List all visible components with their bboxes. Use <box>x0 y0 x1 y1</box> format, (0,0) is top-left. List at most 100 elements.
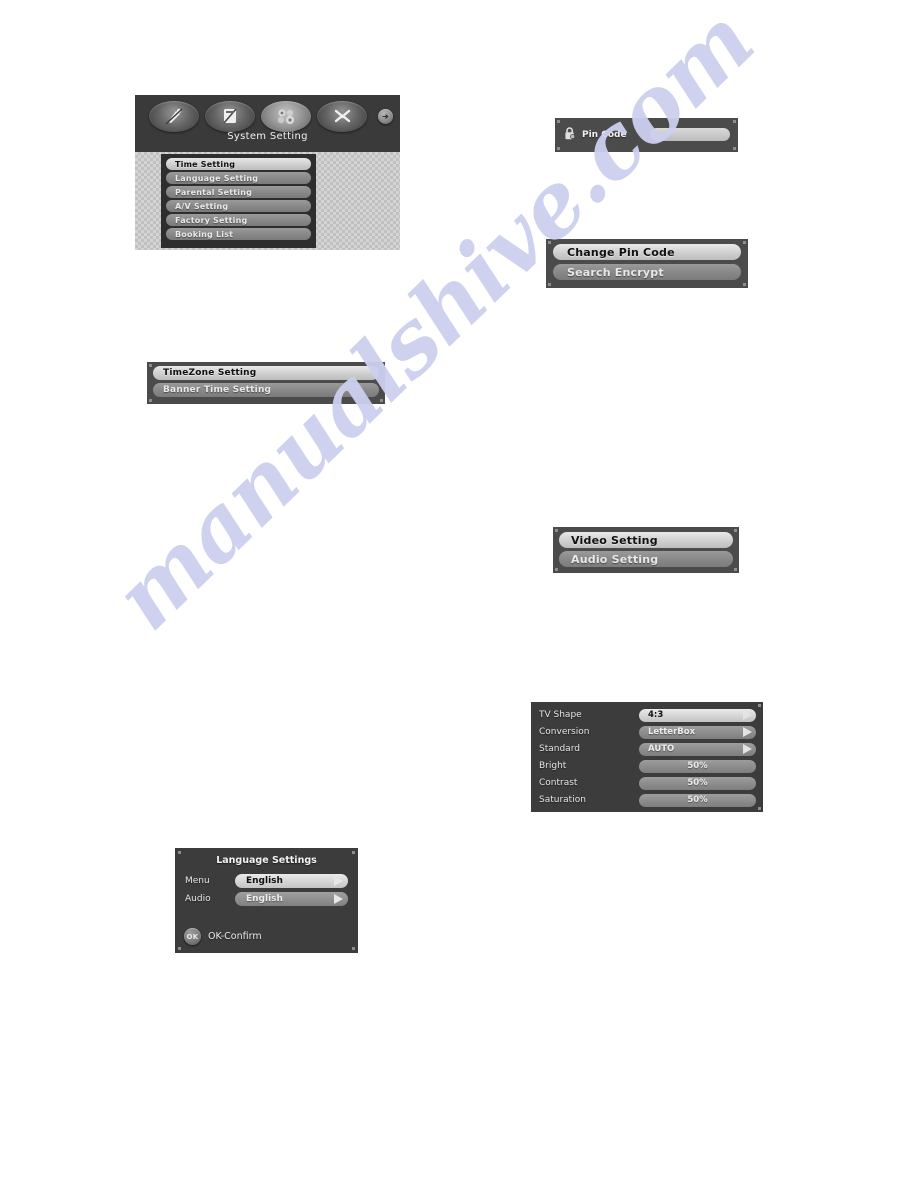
language-value-text: English <box>246 875 283 886</box>
arrow-right-icon[interactable] <box>334 893 343 904</box>
corner-pip <box>734 529 737 532</box>
menu-item-change-pin-code[interactable]: Change Pin Code <box>553 244 741 260</box>
menu-item-label: Search Encrypt <box>567 265 664 279</box>
setting-value-text: 50% <box>687 778 708 788</box>
corner-pip <box>178 851 181 854</box>
menu-item-banner-time-setting[interactable]: Banner Time Setting <box>153 383 379 397</box>
list-item-av-setting[interactable]: A/V Setting <box>166 200 311 212</box>
language-value-text: English <box>246 893 283 904</box>
setting-value-standard[interactable]: AUTO <box>639 742 756 756</box>
setting-label: Standard <box>539 744 580 754</box>
language-value-audio[interactable]: English <box>235 891 348 906</box>
menu-item-timezone-setting[interactable]: TimeZone Setting <box>153 366 379 380</box>
setting-value-tv-shape[interactable]: 4:3 <box>639 708 756 722</box>
menu-item-label: TimeZone Setting <box>163 368 257 378</box>
setting-row-tv-shape[interactable]: TV Shape 4:3 <box>539 708 756 722</box>
setting-value-bright[interactable]: 50% <box>639 759 756 773</box>
menu-item-search-encrypt[interactable]: Search Encrypt <box>553 264 741 280</box>
setting-label: Saturation <box>539 795 586 805</box>
parental-setting-menu: Change Pin Code Search Encrypt <box>546 239 748 288</box>
corner-pip <box>548 283 551 286</box>
toolbar-icon-row <box>149 99 393 133</box>
arrow-right-icon[interactable] <box>743 744 752 754</box>
video-settings-panel: TV Shape 4:3 Conversion LetterBox Standa… <box>531 702 763 812</box>
pin-code-input[interactable] <box>650 128 730 141</box>
confirm-hint: OK OK-Confirm <box>184 928 262 945</box>
corner-pip <box>743 283 746 286</box>
corner-pip <box>548 241 551 244</box>
corner-pip <box>352 851 355 854</box>
setting-label: Bright <box>539 761 567 771</box>
setting-row-contrast[interactable]: Contrast 50% <box>539 776 756 790</box>
language-value-menu[interactable]: English <box>235 873 348 888</box>
corner-pip <box>178 947 181 950</box>
setting-value-text: 4:3 <box>648 710 664 720</box>
setting-value-contrast[interactable]: 50% <box>639 776 756 790</box>
list-item-label: Language Setting <box>175 173 259 183</box>
setting-value-text: 50% <box>687 795 708 805</box>
system-setting-toolbar: System Setting <box>135 95 400 152</box>
edit-channel-icon[interactable] <box>205 100 255 132</box>
panel-title: Language Settings <box>216 855 317 866</box>
corner-pip <box>149 399 152 402</box>
tools-icon[interactable] <box>317 100 367 132</box>
confirm-hint-label: OK-Confirm <box>208 931 262 942</box>
list-item-label: Time Setting <box>175 159 236 169</box>
list-item-time-setting[interactable]: Time Setting <box>166 158 311 170</box>
language-label-audio: Audio <box>185 893 211 904</box>
corner-pip <box>352 947 355 950</box>
setting-row-bright[interactable]: Bright 50% <box>539 759 756 773</box>
list-item-label: A/V Setting <box>175 201 229 211</box>
ok-button-icon[interactable]: OK <box>184 928 201 945</box>
setting-label: Conversion <box>539 727 590 737</box>
corner-pip <box>555 529 558 532</box>
satellite-dish-icon[interactable] <box>149 100 199 132</box>
setting-value-saturation[interactable]: 50% <box>639 793 756 807</box>
menu-item-label: Banner Time Setting <box>163 385 272 395</box>
corner-pip <box>149 364 152 367</box>
menu-item-label: Audio Setting <box>571 552 659 566</box>
system-setting-screen: System Setting Time Setting Language Set… <box>135 95 400 250</box>
arrow-right-icon[interactable] <box>378 108 393 124</box>
setting-row-saturation[interactable]: Saturation 50% <box>539 793 756 807</box>
list-item-label: Factory Setting <box>175 215 248 225</box>
language-row-audio[interactable]: Audio English <box>185 891 348 906</box>
list-item-label: Booking List <box>175 229 234 239</box>
menu-item-label: Video Setting <box>571 533 658 547</box>
list-item-language-setting[interactable]: Language Setting <box>166 172 311 184</box>
setting-value-text: 50% <box>687 761 708 771</box>
setting-value-text: AUTO <box>648 744 675 754</box>
arrow-right-icon[interactable] <box>743 727 752 737</box>
corner-pip <box>555 568 558 571</box>
system-setting-icon[interactable] <box>261 100 311 132</box>
av-setting-menu: Video Setting Audio Setting <box>553 527 739 573</box>
menu-item-label: Change Pin Code <box>567 245 675 259</box>
menu-item-audio-setting[interactable]: Audio Setting <box>559 551 733 567</box>
setting-label: TV Shape <box>539 710 582 720</box>
corner-pip <box>380 364 383 367</box>
list-item-parental-setting[interactable]: Parental Setting <box>166 186 311 198</box>
corner-pip <box>743 241 746 244</box>
language-label-menu: Menu <box>185 875 210 886</box>
setting-row-conversion[interactable]: Conversion LetterBox <box>539 725 756 739</box>
list-item-factory-setting[interactable]: Factory Setting <box>166 214 311 226</box>
pin-code-panel: Pin Code <box>555 118 738 152</box>
setting-value-conversion[interactable]: LetterBox <box>639 725 756 739</box>
padlock-key-icon <box>563 126 578 145</box>
time-setting-menu: TimeZone Setting Banner Time Setting <box>147 362 385 404</box>
setting-row-standard[interactable]: Standard AUTO <box>539 742 756 756</box>
menu-item-video-setting[interactable]: Video Setting <box>559 532 733 548</box>
setting-label: Contrast <box>539 778 578 788</box>
system-setting-list: Time Setting Language Setting Parental S… <box>161 154 316 248</box>
list-item-label: Parental Setting <box>175 187 253 197</box>
corner-pip <box>758 704 761 707</box>
corner-pip <box>758 807 761 810</box>
corner-pip <box>734 568 737 571</box>
corner-pip <box>380 399 383 402</box>
arrow-right-icon[interactable] <box>743 710 752 720</box>
page-title: System Setting <box>227 131 308 142</box>
list-item-booking-list[interactable]: Booking List <box>166 228 311 240</box>
language-row-menu[interactable]: Menu English <box>185 873 348 888</box>
pin-code-label: Pin Code <box>582 130 627 140</box>
arrow-right-icon[interactable] <box>334 875 343 886</box>
